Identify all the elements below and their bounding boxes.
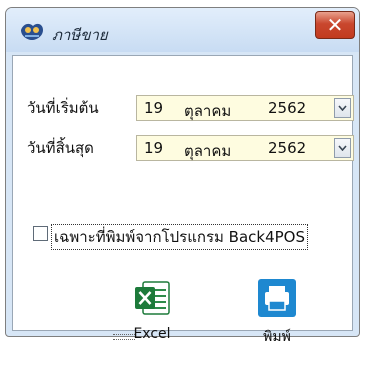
end-date-picker[interactable]: 19 ตุลาคม 2562 xyxy=(136,135,354,161)
window-title: ภาษีขาย xyxy=(52,26,108,44)
form-panel: วันที่เริ่มต้น 19 ตุลาคม 2562 วันที่สิ้น… xyxy=(12,55,354,345)
close-icon: ✕ xyxy=(326,13,344,37)
end-date-dropdown-button[interactable] xyxy=(334,138,351,158)
end-date-year[interactable]: 2562 xyxy=(268,139,306,157)
chevron-down-icon xyxy=(338,105,347,111)
back4pos-only-checkbox[interactable] xyxy=(33,226,48,241)
chevron-down-icon xyxy=(338,145,347,151)
printer-icon xyxy=(258,279,296,317)
title-bar[interactable]: ภาษีขาย ✕ xyxy=(6,8,359,52)
start-date-dropdown-button[interactable] xyxy=(334,98,351,118)
report-window: ภาษีขาย ✕ วันที่เริ่มต้น 19 ตุลาคม 2562 … xyxy=(5,7,360,345)
back4pos-only-label[interactable]: เฉพาะที่พิมพ์จากโปรแกรม Back4POS xyxy=(51,224,308,250)
end-date-month[interactable]: ตุลาคม xyxy=(184,139,231,163)
start-date-year[interactable]: 2562 xyxy=(268,99,306,117)
excel-label: Excel xyxy=(133,326,171,342)
close-button[interactable]: ✕ xyxy=(315,11,355,39)
print-button[interactable]: พิมพ์ xyxy=(237,278,317,368)
start-date-label: วันที่เริ่มต้น xyxy=(27,99,99,117)
excel-export-button[interactable]: Excel xyxy=(112,278,192,368)
resize-grip[interactable] xyxy=(113,334,135,340)
start-date-month[interactable]: ตุลาคม xyxy=(184,99,231,123)
end-date-day[interactable]: 19 xyxy=(144,139,163,157)
end-date-label: วันที่สิ้นสุด xyxy=(27,139,94,157)
start-date-day[interactable]: 19 xyxy=(144,99,163,117)
excel-icon xyxy=(135,281,170,315)
app-icon xyxy=(21,23,43,40)
start-date-picker[interactable]: 19 ตุลาคม 2562 xyxy=(136,95,354,121)
